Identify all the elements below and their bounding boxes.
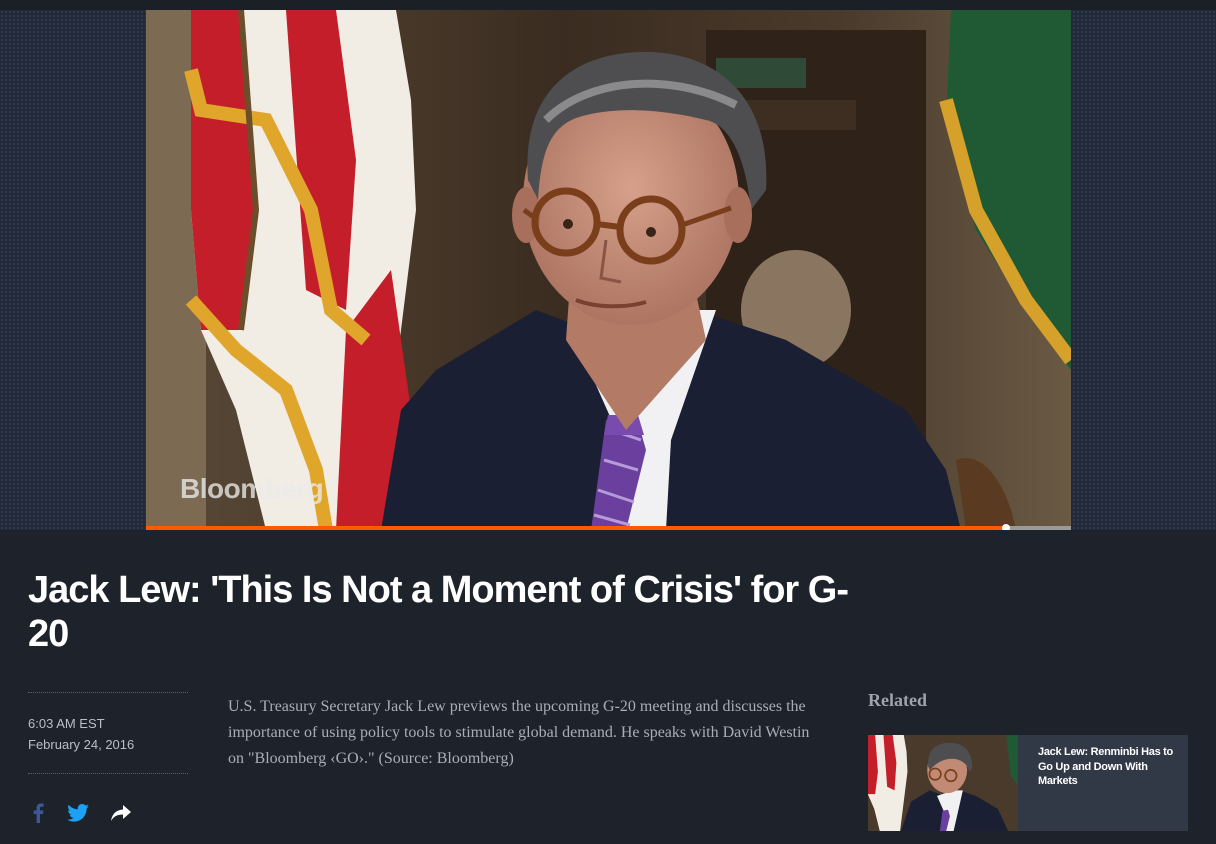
publish-date: February 24, 2016: [28, 737, 135, 752]
facebook-share-button[interactable]: [28, 800, 48, 826]
related-heading: Related: [868, 690, 927, 710]
video-progress-bar[interactable]: [146, 524, 1071, 530]
meta-divider-bottom: [28, 773, 188, 774]
video-scrubber-handle[interactable]: [1002, 524, 1011, 530]
article-title: Jack Lew: 'This Is Not a Moment of Crisi…: [28, 569, 849, 655]
video-player[interactable]: Bloomberg: [146, 10, 1071, 530]
related-video-card[interactable]: Jack Lew: Renminbi Has to Go Up and Down…: [868, 735, 1188, 831]
video-progress-fill: [146, 526, 1007, 530]
twitter-icon: [67, 804, 89, 822]
video-frame-image: [146, 10, 1071, 530]
top-bar: [0, 0, 1216, 10]
publish-time: 6:03 AM EST: [28, 716, 105, 731]
related-video-thumbnail: [868, 735, 1018, 831]
share-button[interactable]: [108, 800, 134, 826]
facebook-icon: [33, 803, 44, 823]
meta-divider-top: [28, 692, 188, 693]
twitter-share-button[interactable]: [66, 800, 90, 826]
share-arrow-icon: [111, 805, 131, 821]
article-description: U.S. Treasury Secretary Jack Lew preview…: [228, 698, 810, 767]
related-video-title: Jack Lew: Renminbi Has to Go Up and Down…: [1038, 746, 1173, 787]
bloomberg-watermark: Bloomberg: [180, 473, 324, 504]
